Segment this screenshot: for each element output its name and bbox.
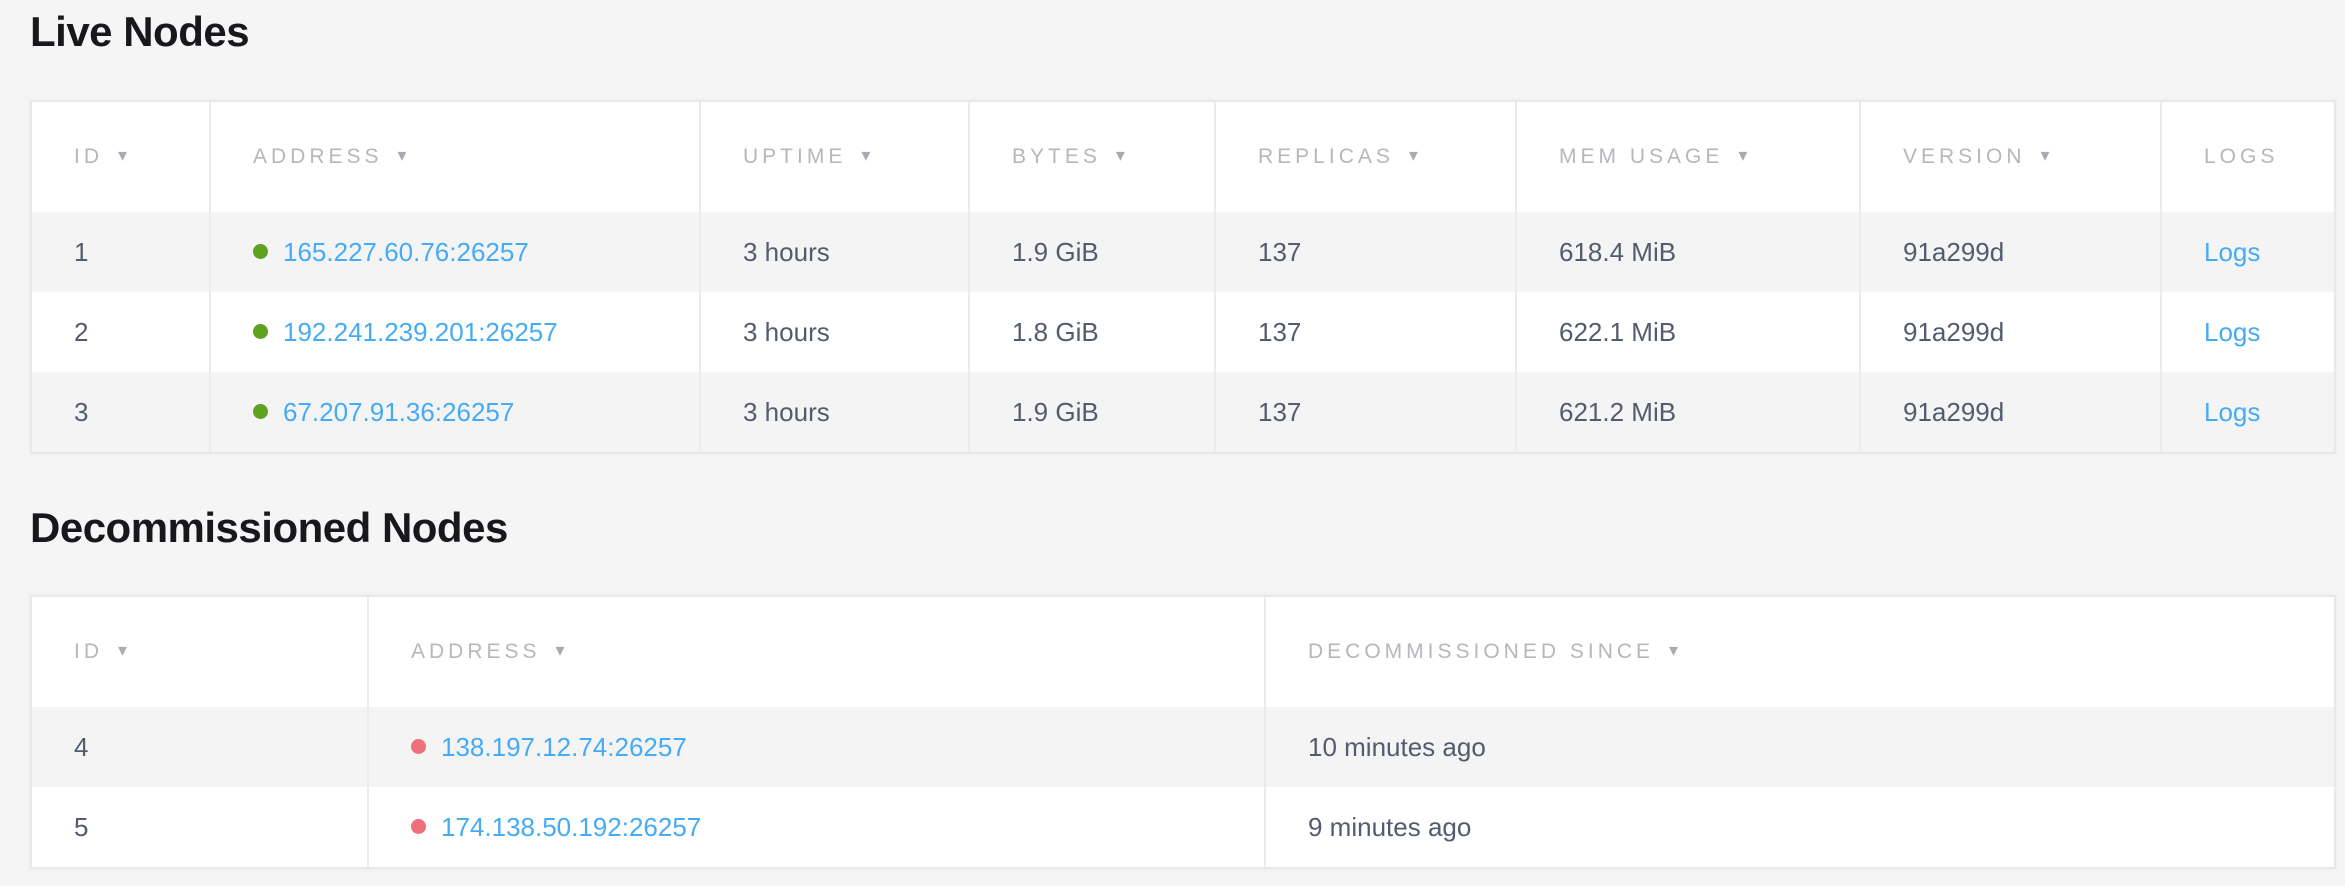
node-logs-cell: Logs (2160, 212, 2334, 292)
node-mem-usage-cell: 618.4 MiB (1515, 212, 1859, 292)
sort-arrow-icon: ▾ (556, 640, 565, 661)
live-col-header-bytes-label: BYTES (1012, 145, 1101, 168)
live-col-header-mem-usage-label: MEM USAGE (1559, 145, 1723, 168)
live-col-header-replicas-label: REPLICAS (1258, 145, 1394, 168)
node-uptime-cell: 3 hours (699, 212, 968, 292)
node-address-link[interactable]: 192.241.239.201:26257 (283, 317, 558, 347)
decommissioned-node-row-4: 4 138.197.12.74:26257 10 minutes ago (32, 707, 2334, 787)
live-col-header-bytes[interactable]: BYTES ▾ (968, 102, 1214, 212)
live-col-header-logs: LOGS (2160, 102, 2334, 212)
node-address-link[interactable]: 67.207.91.36:26257 (283, 397, 514, 427)
node-address-link[interactable]: 174.138.50.192:26257 (441, 812, 701, 842)
decomm-col-header-id-label: ID (74, 640, 103, 663)
node-mem-usage-cell: 621.2 MiB (1515, 372, 1859, 452)
decommissioned-nodes-header-row: ID ▾ ADDRESS ▾ DECOMMISSIONED SINCE ▾ (32, 597, 2334, 707)
node-address-link[interactable]: 138.197.12.74:26257 (441, 732, 687, 762)
decomm-col-header-since-label: DECOMMISSIONED SINCE (1308, 640, 1654, 663)
live-col-header-version[interactable]: VERSION ▾ (1859, 102, 2160, 212)
node-bytes-cell: 1.8 GiB (968, 292, 1214, 372)
node-uptime-cell: 3 hours (699, 372, 968, 452)
node-version-cell: 91a299d (1859, 212, 2160, 292)
live-col-header-address[interactable]: ADDRESS ▾ (209, 102, 699, 212)
live-col-header-id[interactable]: ID ▾ (32, 102, 209, 212)
decommissioned-status-dot-icon (411, 739, 426, 754)
live-col-header-uptime-label: UPTIME (743, 145, 846, 168)
live-nodes-header-row: ID ▾ ADDRESS ▾ UPTIME ▾ BYTES ▾ REPLICAS ▾ ME… (32, 102, 2334, 212)
node-id-cell: 2 (32, 292, 209, 372)
node-id-cell: 5 (32, 787, 367, 867)
node-logs-cell: Logs (2160, 292, 2334, 372)
node-address-cell: 138.197.12.74:26257 (367, 707, 1264, 787)
sort-arrow-icon: ▾ (2041, 145, 2050, 166)
node-logs-link[interactable]: Logs (2204, 397, 2260, 427)
node-list-page: Live Nodes ID ▾ ADDRESS ▾ UPTIME ▾ BYTES ▾ R… (0, 0, 2345, 869)
live-col-header-version-label: VERSION (1903, 145, 2026, 168)
node-logs-cell: Logs (2160, 372, 2334, 452)
node-bytes-cell: 1.9 GiB (968, 212, 1214, 292)
node-replicas-cell: 137 (1214, 372, 1515, 452)
node-address-cell: 192.241.239.201:26257 (209, 292, 699, 372)
live-col-header-id-label: ID (74, 145, 103, 168)
node-bytes-cell: 1.9 GiB (968, 372, 1214, 452)
node-address-cell: 174.138.50.192:26257 (367, 787, 1264, 867)
node-version-cell: 91a299d (1859, 372, 2160, 452)
sort-arrow-icon: ▾ (1409, 145, 1418, 166)
sort-arrow-icon: ▾ (1738, 145, 1747, 166)
live-node-row-3: 3 67.207.91.36:26257 3 hours 1.9 GiB 137… (32, 372, 2334, 452)
node-mem-usage-cell: 622.1 MiB (1515, 292, 1859, 372)
node-address-link[interactable]: 165.227.60.76:26257 (283, 237, 529, 267)
node-replicas-cell: 137 (1214, 292, 1515, 372)
live-node-row-2: 2 192.241.239.201:26257 3 hours 1.8 GiB … (32, 292, 2334, 372)
node-version-cell: 91a299d (1859, 292, 2160, 372)
live-col-header-replicas[interactable]: REPLICAS ▾ (1214, 102, 1515, 212)
live-status-dot-icon (253, 324, 268, 339)
live-status-dot-icon (253, 244, 268, 259)
live-col-header-logs-label: LOGS (2204, 145, 2278, 168)
sort-arrow-icon: ▾ (118, 145, 127, 166)
decommissioned-node-row-5: 5 174.138.50.192:26257 9 minutes ago (32, 787, 2334, 867)
node-replicas-cell: 137 (1214, 212, 1515, 292)
sort-arrow-icon: ▾ (1116, 145, 1125, 166)
node-id-cell: 1 (32, 212, 209, 292)
node-address-cell: 67.207.91.36:26257 (209, 372, 699, 452)
sort-arrow-icon: ▾ (118, 640, 127, 661)
live-node-row-1: 1 165.227.60.76:26257 3 hours 1.9 GiB 13… (32, 212, 2334, 292)
decomm-col-header-since[interactable]: DECOMMISSIONED SINCE ▾ (1264, 597, 2334, 707)
decommissioned-nodes-table: ID ▾ ADDRESS ▾ DECOMMISSIONED SINCE ▾ 4 138… (30, 595, 2336, 869)
live-col-header-uptime[interactable]: UPTIME ▾ (699, 102, 968, 212)
node-decommissioned-since-cell: 9 minutes ago (1264, 787, 2334, 867)
node-id-cell: 3 (32, 372, 209, 452)
sort-arrow-icon: ▾ (861, 145, 870, 166)
decommissioned-status-dot-icon (411, 819, 426, 834)
sort-arrow-icon: ▾ (1669, 640, 1678, 661)
live-nodes-table: ID ▾ ADDRESS ▾ UPTIME ▾ BYTES ▾ REPLICAS ▾ ME… (30, 100, 2336, 454)
node-address-cell: 165.227.60.76:26257 (209, 212, 699, 292)
node-uptime-cell: 3 hours (699, 292, 968, 372)
node-id-cell: 4 (32, 707, 367, 787)
decomm-col-header-id[interactable]: ID ▾ (32, 597, 367, 707)
node-decommissioned-since-cell: 10 minutes ago (1264, 707, 2334, 787)
live-status-dot-icon (253, 404, 268, 419)
node-logs-link[interactable]: Logs (2204, 317, 2260, 347)
decomm-col-header-address[interactable]: ADDRESS ▾ (367, 597, 1264, 707)
live-col-header-address-label: ADDRESS (253, 145, 383, 168)
node-logs-link[interactable]: Logs (2204, 237, 2260, 267)
live-col-header-mem-usage[interactable]: MEM USAGE ▾ (1515, 102, 1859, 212)
live-nodes-title: Live Nodes (30, 10, 2332, 54)
sort-arrow-icon: ▾ (398, 145, 407, 166)
decommissioned-nodes-title: Decommissioned Nodes (30, 506, 2332, 550)
decomm-col-header-address-label: ADDRESS (411, 640, 541, 663)
